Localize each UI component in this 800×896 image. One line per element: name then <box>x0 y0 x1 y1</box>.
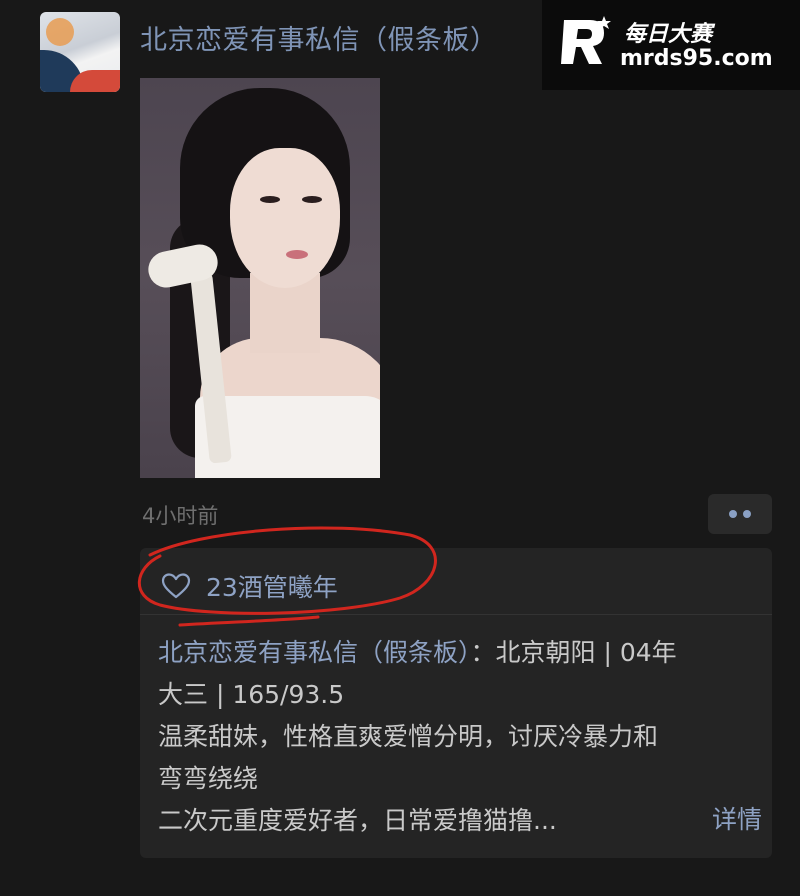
post-line: 温柔甜妹，性格直爽爱憎分明，讨厌冷暴力和 <box>158 722 659 751</box>
brand-name: 每日大赛 <box>624 22 713 47</box>
watermark: 每日大赛 mrds95.com <box>542 0 800 90</box>
post-line: 弯弯绕绕 <box>158 764 259 793</box>
post-line: 大三 | 165/93.5 <box>158 680 345 709</box>
post-text-segment: ：北京朝阳 | 04年 <box>470 638 677 667</box>
avatar-shape <box>46 18 74 46</box>
brand-logo-icon <box>561 16 611 64</box>
post-image[interactable] <box>140 78 380 478</box>
comment-card: 23酒管曦年 北京恋爱有事私信（假条板）：北京朝阳 | 04年 大三 | 165… <box>140 548 772 858</box>
more-button[interactable] <box>708 494 772 534</box>
like-row[interactable]: 23酒管曦年 <box>160 568 338 604</box>
heart-outline-icon[interactable] <box>160 570 192 602</box>
post-line: 北京恋爱有事私信（假条板）：北京朝阳 | 04年 <box>158 632 770 674</box>
detail-link[interactable]: 详情 <box>712 800 762 836</box>
more-dots-icon <box>743 510 751 518</box>
page-title[interactable]: 北京恋爱有事私信（假条板） <box>140 18 498 57</box>
post-time: 4小时前 <box>142 504 219 528</box>
post-text: 北京恋爱有事私信（假条板）：北京朝阳 | 04年 大三 | 165/93.5 温… <box>158 632 770 842</box>
avatar[interactable] <box>40 12 120 92</box>
more-dots-icon <box>729 510 737 518</box>
post-line: 二次元重度爱好者，日常爱撸猫撸... <box>158 806 557 835</box>
brand-url: mrds95.com <box>620 46 773 71</box>
divider <box>140 614 772 615</box>
like-users[interactable]: 23酒管曦年 <box>206 568 338 604</box>
author-link[interactable]: 北京恋爱有事私信（假条板） <box>158 638 471 667</box>
